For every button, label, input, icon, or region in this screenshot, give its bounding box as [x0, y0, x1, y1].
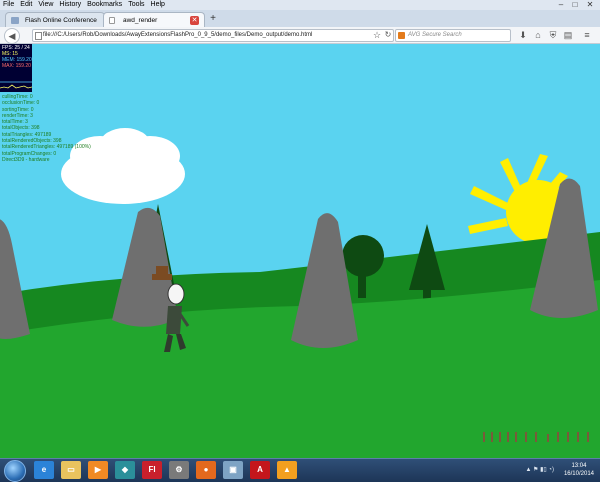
menu-history[interactable]: History: [56, 0, 84, 10]
menu-icon[interactable]: ≡: [581, 29, 593, 41]
clock-date: 16/10/2014: [563, 471, 594, 477]
clock[interactable]: 13:04 16/10/2014: [564, 462, 594, 478]
search-placeholder: AVG Secure Search: [408, 32, 462, 38]
close-tab-icon[interactable]: ✕: [190, 16, 199, 25]
url-text: file:///C:/Users/Rob/Downloads/AwayExten…: [43, 32, 313, 38]
new-tab-button[interactable]: +: [208, 13, 218, 25]
taskbar-ie-icon[interactable]: e: [34, 461, 54, 479]
menu-help[interactable]: Help: [148, 0, 168, 10]
menu-tools[interactable]: Tools: [125, 0, 147, 10]
stats-graph: [0, 81, 32, 89]
taskbar-network-icon[interactable]: ⚙: [169, 461, 189, 479]
maximize-button[interactable]: □: [569, 0, 581, 9]
home-icon[interactable]: ⌂: [532, 29, 544, 41]
taskbar: e ▭ ▶ ◆ Fl ⚙ ● ▣ A ▲ ▲ ⚑ ▮▯ ◔) 13:04 16/10/2014: [0, 458, 600, 482]
search-engine-icon[interactable]: [398, 32, 405, 39]
reload-button[interactable]: ↻: [382, 29, 394, 41]
debug-line: totalRenderedTriangles: 497189 (100%): [2, 144, 91, 151]
render-debug-text: cullingTime: 0 occlusionTime: 0 sortingT…: [2, 94, 91, 163]
page-favicon-icon: [11, 17, 19, 24]
clock-time: 13:04: [571, 463, 587, 469]
tab-label: Flash Online Conference: [25, 17, 97, 24]
back-button[interactable]: ◀: [4, 28, 20, 44]
stats-panel: FPS: 25 / 24 MS: 15 MEM: 159.20 MAX: 159…: [0, 44, 32, 92]
clipboard-icon[interactable]: ▤: [562, 29, 574, 41]
menu-file[interactable]: File: [0, 0, 17, 10]
taskbar-firefox-icon[interactable]: ●: [196, 461, 216, 479]
tab-flash-online-conference[interactable]: Flash Online Conference: [5, 12, 105, 27]
close-window-button[interactable]: ✕: [584, 0, 596, 9]
tab-label: awd_render: [123, 17, 158, 24]
taskbar-acrobat-icon[interactable]: A: [250, 461, 270, 479]
shield-icon[interactable]: ⛨: [547, 29, 559, 41]
page-favicon-icon: [109, 17, 115, 24]
tab-awd-render[interactable]: awd_render ✕: [103, 12, 205, 27]
url-bar[interactable]: file:///C:/Users/Rob/Downloads/AwayExten…: [32, 29, 394, 42]
start-button[interactable]: [4, 460, 26, 482]
navigation-bar: ◀ file:///C:/Users/Rob/Downloads/AwayExt…: [0, 27, 600, 44]
debug-line: Direct3D9 - hardware: [2, 156, 50, 163]
taskbar-vlc-icon[interactable]: ▲: [277, 461, 297, 479]
search-bar[interactable]: AVG Secure Search: [395, 29, 511, 42]
taskbar-flash-icon[interactable]: Fl: [142, 461, 162, 479]
minimize-button[interactable]: –: [555, 0, 567, 9]
menu-edit[interactable]: Edit: [17, 0, 35, 10]
taskbar-explorer-icon[interactable]: ▭: [61, 461, 81, 479]
download-icon[interactable]: ⬇: [517, 29, 529, 41]
taskbar-dreamweaver-icon[interactable]: ◆: [115, 461, 135, 479]
page-content: FPS: 25 / 24 MS: 15 MEM: 159.20 MAX: 159…: [0, 44, 600, 458]
tab-strip: Flash Online Conference awd_render ✕ +: [0, 10, 600, 28]
system-tray-icons[interactable]: ▲ ⚑ ▮▯ ◔): [525, 466, 554, 473]
menu-view[interactable]: View: [35, 0, 56, 10]
taskbar-media-icon[interactable]: ▶: [88, 461, 108, 479]
page-icon: [35, 32, 42, 40]
taskbar-monitor-icon[interactable]: ▣: [223, 461, 243, 479]
menu-bookmarks[interactable]: Bookmarks: [84, 0, 125, 10]
max-readout: MAX: 159.20: [2, 63, 31, 69]
